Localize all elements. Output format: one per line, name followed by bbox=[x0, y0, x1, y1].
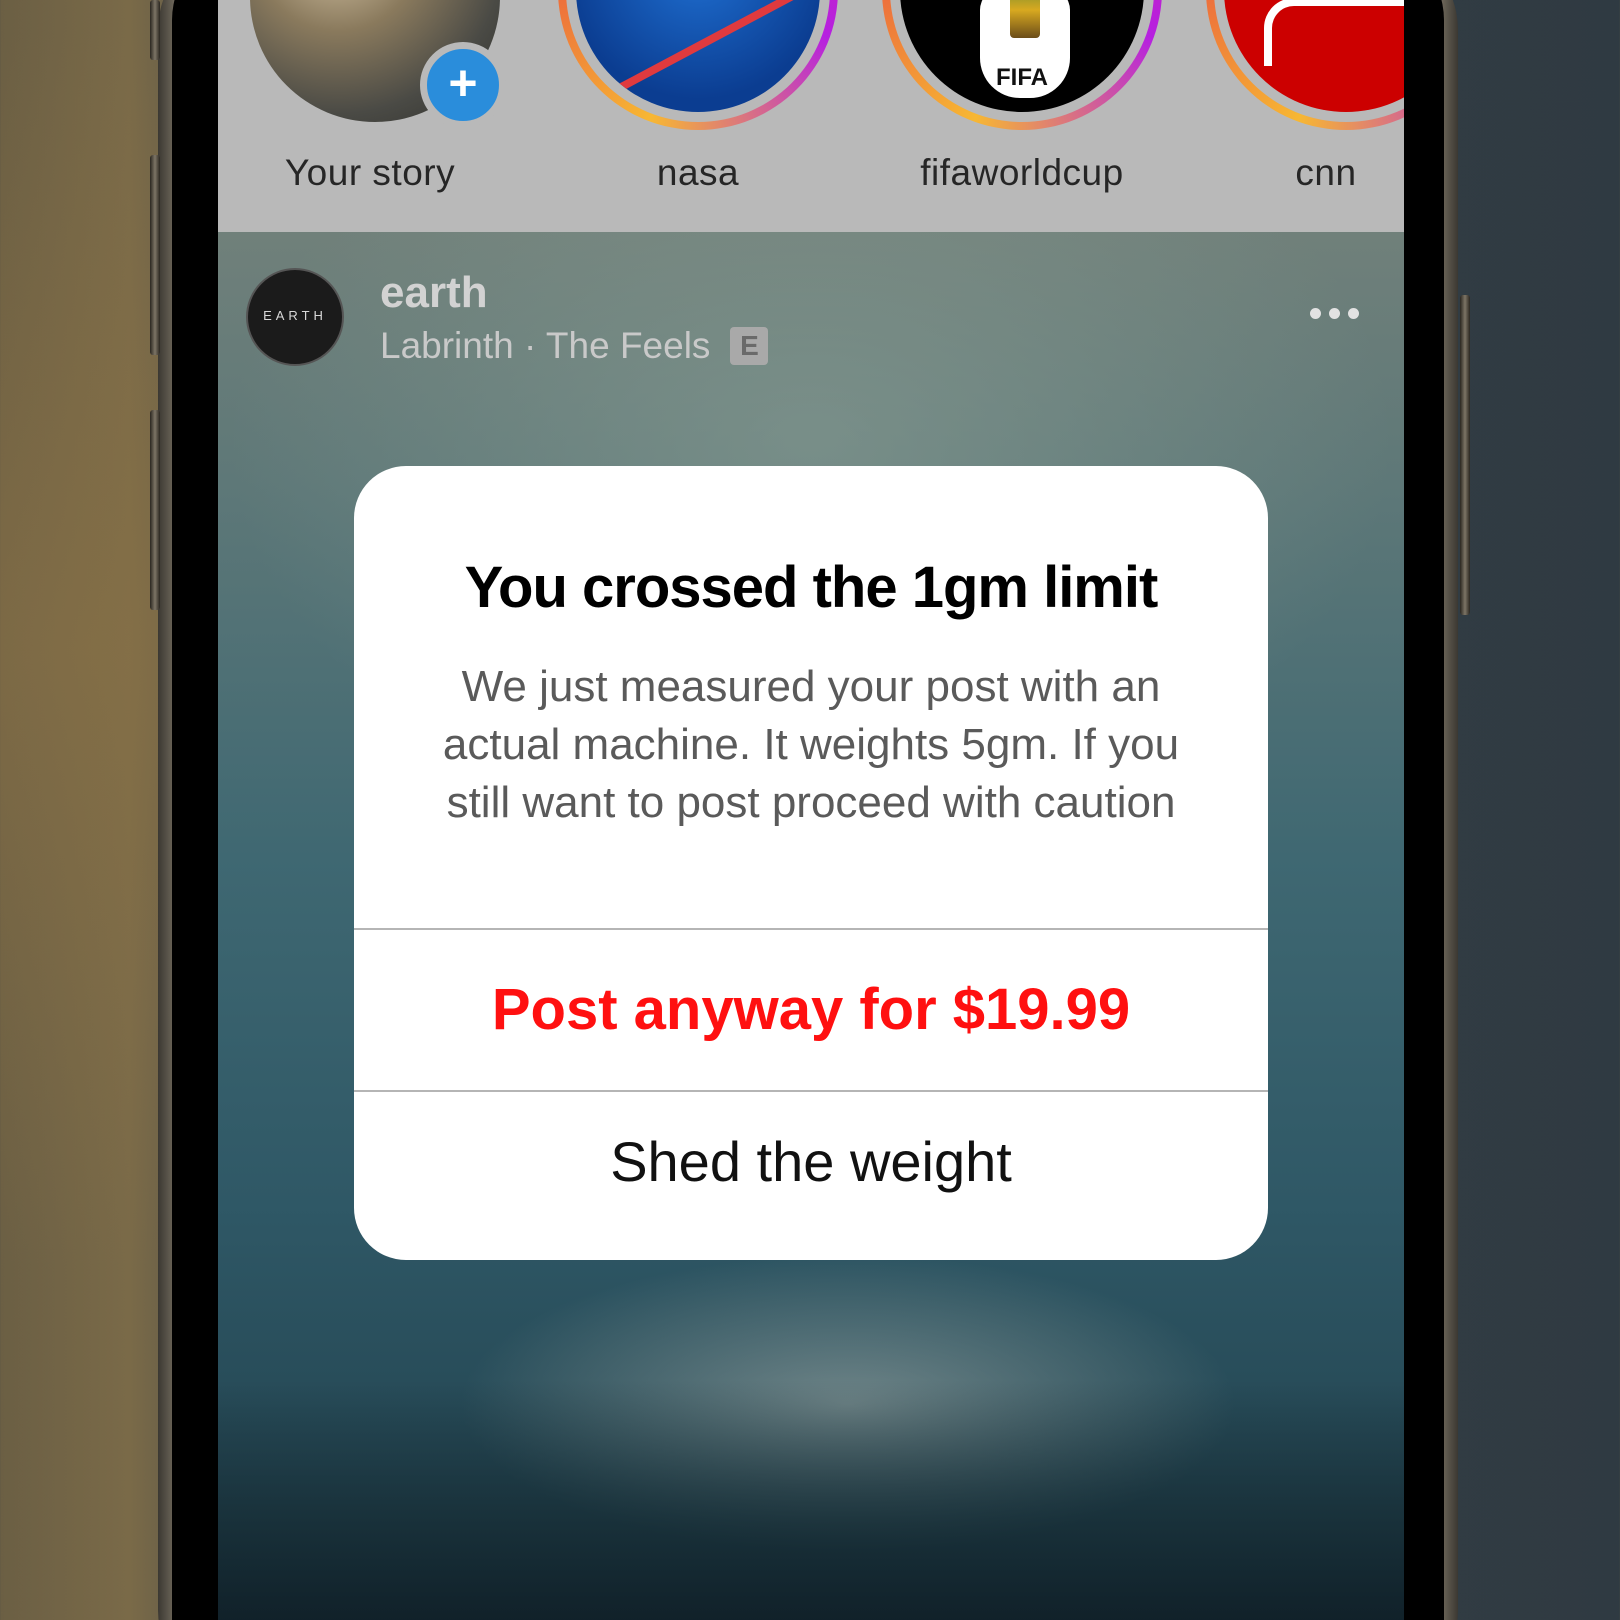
fifa-logo-icon: FIFA bbox=[900, 0, 1144, 112]
post-author-avatar[interactable]: EARTH bbox=[246, 268, 344, 366]
cnn-logo-icon bbox=[1224, 0, 1404, 112]
story-label: cnn bbox=[1295, 152, 1357, 193]
post-anyway-button[interactable]: Post anyway for $19.99 bbox=[354, 930, 1268, 1090]
phone-side-button bbox=[150, 0, 160, 60]
avatar-logo-text: EARTH bbox=[263, 308, 327, 323]
post-username[interactable]: earth bbox=[380, 268, 488, 318]
story-nasa[interactable]: nasa bbox=[548, 0, 848, 232]
story-ring: FIFA bbox=[882, 0, 1162, 130]
story-ring bbox=[1206, 0, 1404, 130]
fifa-logo-text: FIFA bbox=[996, 64, 1048, 91]
seabed-image bbox=[218, 1380, 1404, 1620]
story-cnn[interactable]: cnn bbox=[1196, 0, 1404, 232]
story-fifaworldcup[interactable]: FIFA fifaworldcup bbox=[872, 0, 1172, 232]
dialog-message: We just measured your post with an actua… bbox=[442, 662, 1180, 827]
story-ring bbox=[558, 0, 838, 130]
alert-dialog: You crossed the 1gm limit We just measur… bbox=[354, 466, 1268, 1260]
add-story-plus-icon[interactable]: + bbox=[420, 42, 506, 128]
story-your-story[interactable]: + Your story bbox=[220, 0, 520, 232]
dialog-title: You crossed the 1gm limit bbox=[464, 555, 1159, 620]
more-dots-icon[interactable] bbox=[1310, 300, 1370, 320]
phone-volume-down-button bbox=[150, 410, 160, 610]
story-label: Your story bbox=[284, 152, 456, 193]
shed-weight-button[interactable]: Shed the weight bbox=[354, 1092, 1268, 1236]
story-label: fifaworldcup bbox=[920, 152, 1124, 193]
nasa-logo-icon bbox=[576, 0, 820, 112]
story-label: nasa bbox=[656, 152, 740, 193]
phone-power-button bbox=[1460, 295, 1470, 615]
post-audio-label: Labrinth · The Feels bbox=[380, 325, 711, 366]
explicit-badge: E bbox=[730, 327, 769, 365]
phone-volume-up-button bbox=[150, 155, 160, 355]
stories-row: + Your story nasa FIFA fifaworldcup cnn bbox=[218, 0, 1404, 232]
post-audio-info[interactable]: Labrinth · The Feels E bbox=[380, 325, 769, 367]
